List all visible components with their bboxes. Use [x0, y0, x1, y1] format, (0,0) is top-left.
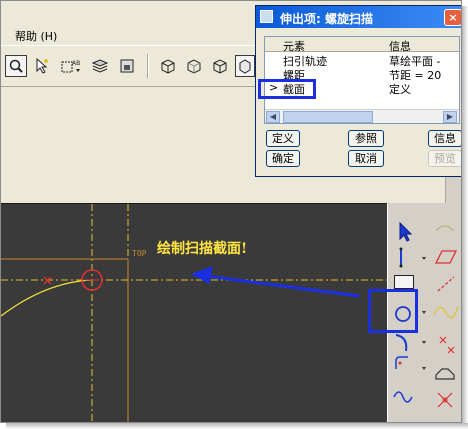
- row-info: 定义: [389, 83, 411, 96]
- sketch-canvas[interactable]: TOP: [1, 203, 387, 422]
- toolbar-separator: [147, 54, 149, 78]
- arc-tool-icon: [395, 334, 408, 352]
- svg-text:AB: AB: [72, 60, 80, 67]
- dialog-app-icon: [260, 10, 273, 23]
- cross-icon-2: [437, 392, 453, 408]
- frame-shadow-right: [462, 6, 468, 429]
- wireframe-cube-icon[interactable]: [157, 55, 179, 77]
- define-button[interactable]: 定义: [266, 130, 300, 147]
- column-info: 信息: [389, 40, 411, 53]
- layers-icon[interactable]: [89, 55, 111, 77]
- cross-icon-1: [439, 336, 455, 354]
- preview-button[interactable]: 预览: [428, 150, 461, 167]
- parallelogram-icon: [434, 250, 458, 264]
- spline-tool-icon: [393, 391, 413, 403]
- dim-arc-icon: [435, 225, 455, 232]
- dialog-titlebar[interactable]: 伸出项: 螺旋扫描 ×: [256, 6, 461, 28]
- top-plane-label: TOP: [132, 249, 147, 258]
- no-hidden-cube-icon[interactable]: [209, 55, 231, 77]
- hidden-line-cube-icon[interactable]: [183, 55, 205, 77]
- ok-button[interactable]: 确定: [266, 150, 300, 167]
- info-button[interactable]: 信息: [428, 130, 461, 147]
- dashed-line-icon: [437, 276, 455, 292]
- pointer-arrowhead: [191, 266, 213, 284]
- trajectory-curve: [1, 279, 93, 317]
- shaded-cube-icon[interactable]: [235, 55, 255, 77]
- list-row-trajectory[interactable]: 扫引轨迹 草绘平面 -: [265, 53, 459, 68]
- wave-icon: [433, 306, 459, 319]
- model-display-icon[interactable]: [116, 55, 138, 77]
- select-arrow-icon: [399, 221, 413, 242]
- reference-button[interactable]: 参照: [348, 130, 384, 147]
- column-element: 元素: [283, 40, 305, 53]
- zoom-window-icon[interactable]: [5, 55, 27, 77]
- list-header: 元素 信息: [265, 37, 459, 53]
- cancel-button[interactable]: 取消: [348, 150, 384, 167]
- dialog-title: 伸出项: 螺旋扫描: [280, 12, 373, 26]
- close-button[interactable]: ×: [444, 9, 461, 26]
- sketch-tool-button[interactable]: [394, 275, 414, 289]
- annotation-text: 绘制扫描截面!: [157, 241, 248, 257]
- scroll-right-arrow[interactable]: ▶: [443, 111, 457, 123]
- scroll-thumb[interactable]: [283, 111, 373, 123]
- scroll-left-arrow[interactable]: ◀: [266, 111, 280, 123]
- palette-icon: [435, 368, 455, 380]
- select-point-icon[interactable]: [31, 55, 53, 77]
- toolbar: AB: [1, 45, 257, 87]
- pointer-arrow-line: [205, 274, 360, 298]
- circle-tool-highlight: [368, 289, 418, 333]
- menu-help[interactable]: 帮助 (H): [15, 28, 57, 44]
- frame-shadow-bottom: [6, 423, 468, 429]
- upper-gray-area: [1, 87, 257, 203]
- horizontal-scrollbar[interactable]: ◀ ▶: [265, 109, 459, 123]
- menubar: 帮助 (H): [1, 25, 257, 45]
- window-frame: 帮助 (H) AB TOP 绘制扫描截面! 伸出项: 螺旋扫描 × 元素 信息 …: [0, 0, 462, 423]
- fillet-tool-icon: [395, 356, 408, 369]
- abc-text-icon[interactable]: AB: [59, 55, 85, 77]
- section-row-highlight: [258, 79, 316, 99]
